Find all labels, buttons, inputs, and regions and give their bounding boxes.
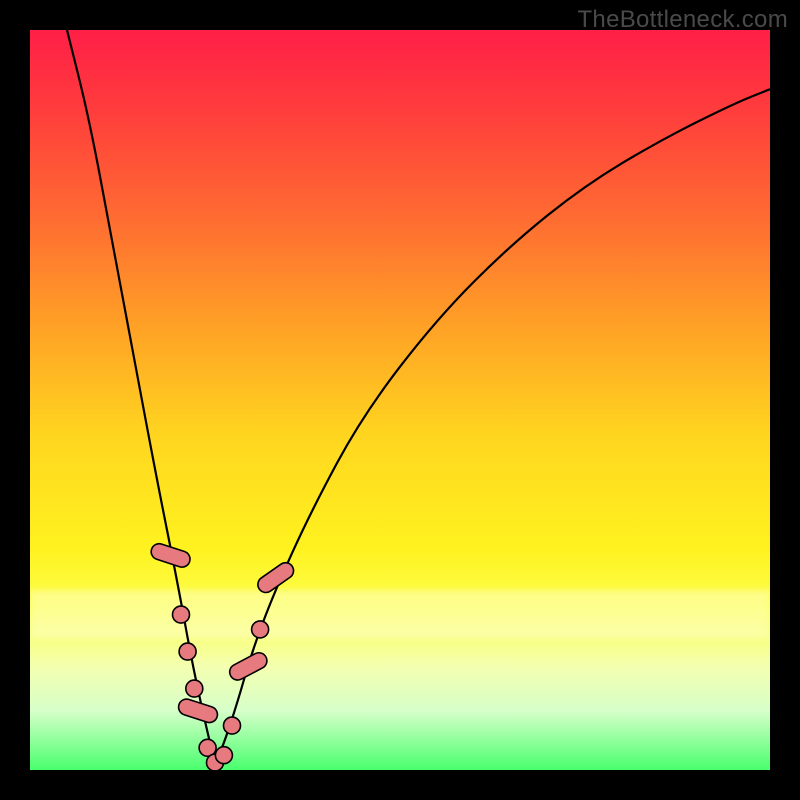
bottleneck-curve (67, 30, 770, 758)
curve-marker-dot (224, 717, 241, 734)
curve-marker-pill (177, 697, 220, 725)
curve-marker-pill (227, 650, 270, 683)
curve-marker-dot (179, 643, 196, 660)
curve-marker-dot (186, 680, 203, 697)
curve-marker-dot (173, 606, 190, 623)
marker-group (149, 542, 297, 770)
plot-area (30, 30, 770, 770)
chart-svg (30, 30, 770, 770)
outer-black-frame: TheBottleneck.com (0, 0, 800, 800)
curve-marker-dot (215, 747, 232, 764)
curve-marker-dot (252, 621, 269, 638)
